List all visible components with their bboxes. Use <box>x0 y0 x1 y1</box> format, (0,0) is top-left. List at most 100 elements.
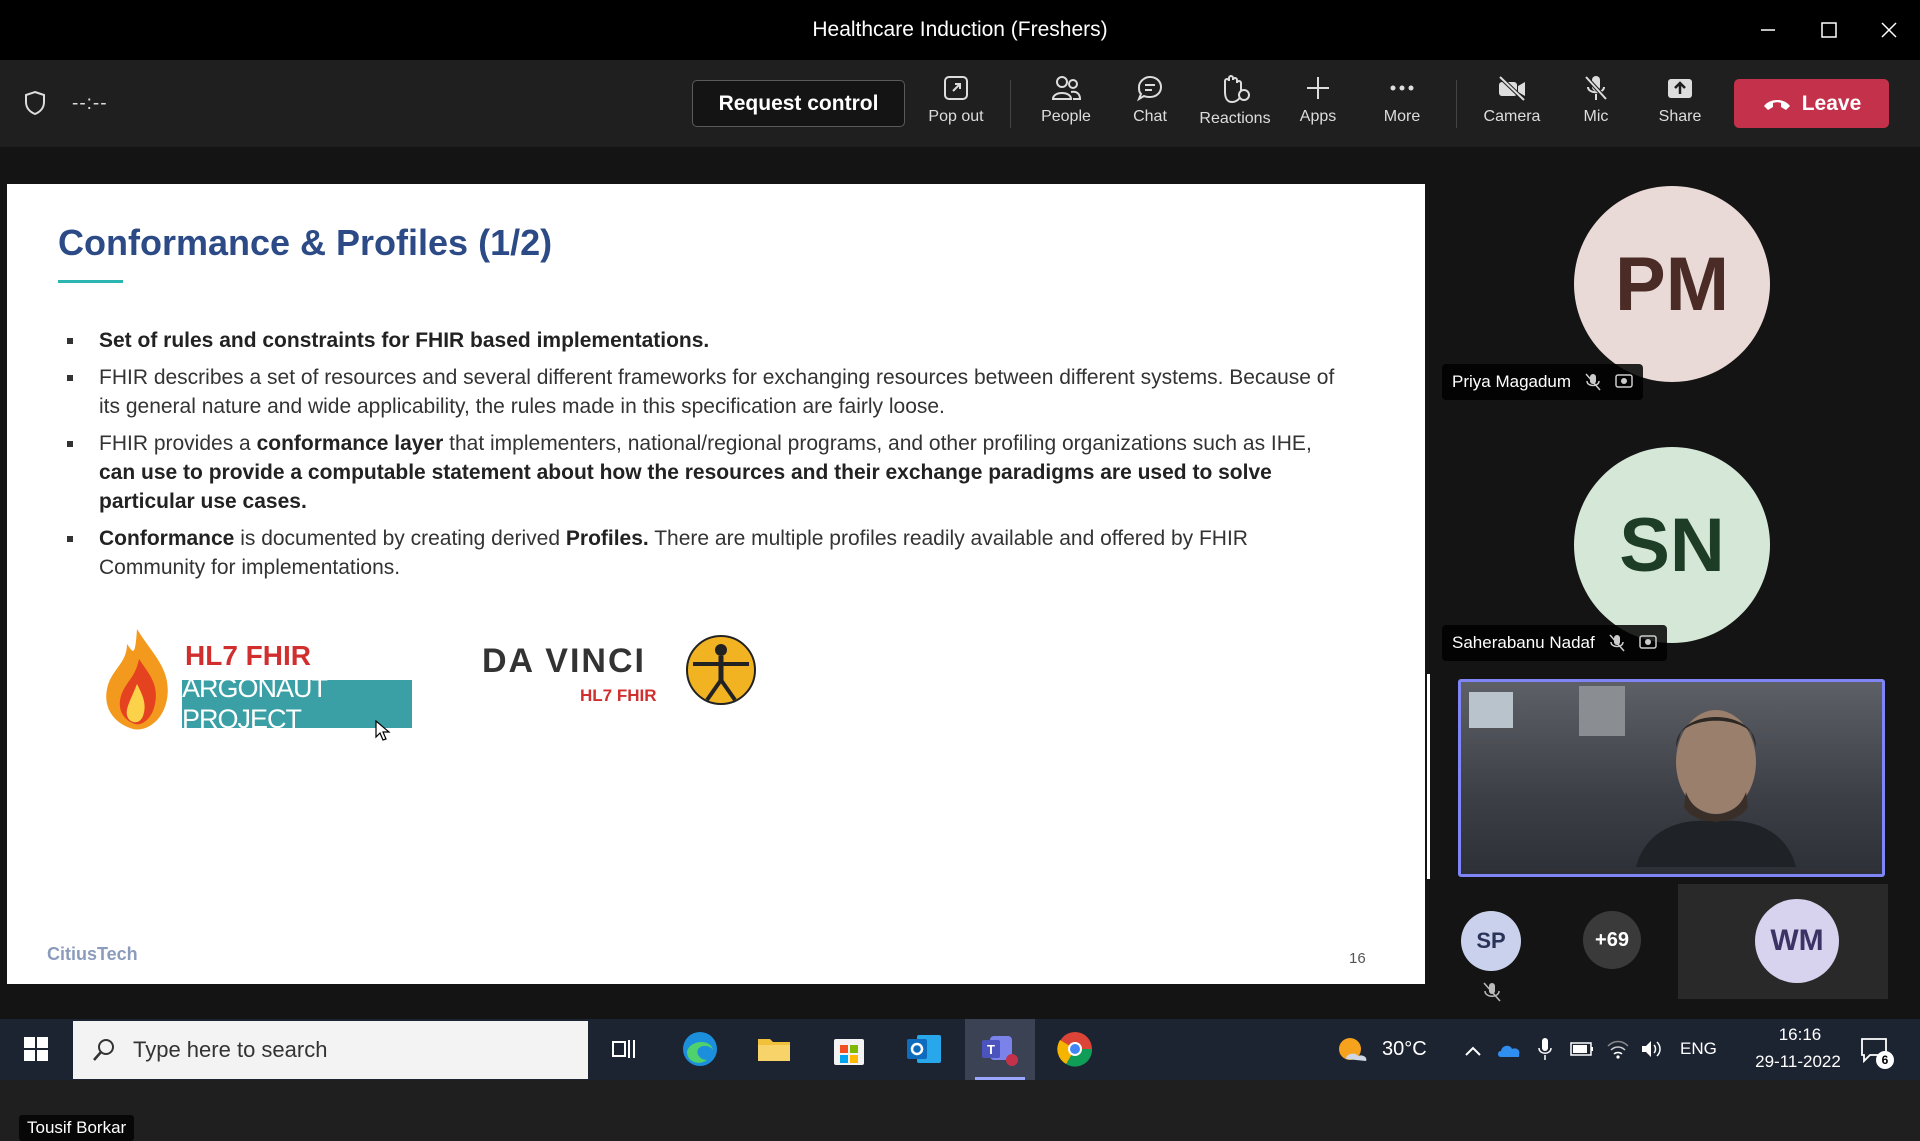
pop-out-icon <box>944 76 968 100</box>
brand-logo: CitiusTech <box>47 944 138 964</box>
bullet-item: FHIR describes a set of resources and se… <box>58 363 1348 421</box>
meeting-stage: Conformance & Profiles (1/2) Set of rule… <box>0 147 1920 1141</box>
people-icon <box>1051 76 1081 100</box>
microphone-icon[interactable] <box>1538 1037 1552 1061</box>
title-underline <box>58 280 123 283</box>
plus-icon <box>1307 77 1329 99</box>
language-indicator[interactable]: ENG <box>1680 1039 1717 1059</box>
weather-temp[interactable]: 30°C <box>1382 1038 1427 1061</box>
wifi-icon[interactable] <box>1606 1038 1630 1060</box>
avatar-initials: PM <box>1615 241 1729 327</box>
apps-button[interactable]: Apps <box>1296 74 1340 136</box>
mic-off-icon <box>1585 373 1601 391</box>
presenter-name: Tousif Borkar <box>19 1115 135 1141</box>
bullet-list: Set of rules and constraints for FHIR ba… <box>58 326 1348 590</box>
screen-share-icon <box>1638 635 1657 649</box>
participant-video[interactable] <box>1458 679 1885 877</box>
mic-off-icon <box>1483 982 1501 1002</box>
shared-slide[interactable]: Conformance & Profiles (1/2) Set of rule… <box>7 184 1425 984</box>
davinci-text: DA VINCI <box>482 642 646 680</box>
bullet-text: FHIR provides a <box>99 432 257 455</box>
hl7-fhir-text: HL7 FHIR <box>185 640 311 671</box>
participant-name-tag: Priya Magadum <box>1442 364 1644 400</box>
avatar-initials: SP <box>1476 928 1506 953</box>
slide-title: Conformance & Profiles (1/2) <box>58 222 553 263</box>
task-view-button[interactable] <box>602 1027 646 1071</box>
reactions-button[interactable]: Reactions <box>1196 74 1274 136</box>
mouse-cursor-icon <box>375 720 391 741</box>
weather-icon[interactable] <box>1336 1035 1370 1065</box>
file-explorer-app[interactable] <box>752 1027 796 1071</box>
bullet-text: FHIR describes a set of resources and se… <box>99 366 1335 418</box>
chat-button[interactable]: Chat <box>1126 74 1174 136</box>
onedrive-icon[interactable] <box>1496 1041 1522 1059</box>
notification-center[interactable]: 6 <box>1858 1031 1896 1069</box>
toolbar-divider <box>1456 80 1457 128</box>
taskbar-search[interactable]: Type here to search <box>73 1021 588 1079</box>
bullet-item: FHIR provides a conformance layer that i… <box>58 429 1348 516</box>
battery-icon[interactable] <box>1570 1041 1594 1057</box>
bullet-text: Conformance <box>99 527 235 550</box>
avatar-sn: SN <box>1574 447 1770 643</box>
pop-out-label: Pop out <box>928 108 984 125</box>
flame-icon <box>106 629 168 730</box>
bullet-item: Set of rules and constraints for FHIR ba… <box>58 326 1348 355</box>
shield-icon <box>25 90 45 116</box>
share-button[interactable]: Share <box>1656 74 1704 136</box>
people-button[interactable]: People <box>1036 74 1096 136</box>
minimize-icon <box>1761 29 1775 31</box>
share-icon <box>1668 79 1692 98</box>
request-control-button[interactable]: Request control <box>692 80 905 127</box>
participant-tile-wm: WM <box>1678 884 1888 999</box>
participant-name-tag: Saherabanu Nadaf <box>1442 625 1667 661</box>
participant-name: Priya Magadum <box>1452 372 1572 391</box>
hang-up-icon <box>1763 99 1790 110</box>
avatar-initials: SN <box>1619 502 1725 588</box>
folder-icon <box>758 1039 790 1061</box>
mic-off-icon <box>1584 75 1608 101</box>
camera-button[interactable]: Camera <box>1482 74 1542 136</box>
people-label: People <box>1041 108 1091 125</box>
participant-name: Saherabanu Nadaf <box>1452 633 1595 652</box>
clock-time[interactable]: 16:16 <box>1760 1025 1840 1045</box>
avatar-initials: WM <box>1770 924 1824 957</box>
mic-off-icon <box>1609 634 1625 652</box>
maximize-button[interactable] <box>1806 10 1852 50</box>
minimize-button[interactable] <box>1745 10 1791 50</box>
chrome-icon <box>1057 1032 1093 1067</box>
avatar-pm: PM <box>1574 186 1770 382</box>
bullet-text: Set of rules and constraints for FHIR ba… <box>99 329 710 352</box>
task-view-icon <box>612 1040 635 1058</box>
volume-icon[interactable] <box>1640 1039 1664 1059</box>
chat-icon <box>1136 75 1163 102</box>
store-app[interactable] <box>827 1027 871 1071</box>
bullet-text: is documented by creating derived <box>234 527 566 550</box>
teams-app-active[interactable]: T <box>965 1019 1035 1080</box>
outlook-app[interactable] <box>902 1027 946 1071</box>
outlook-icon <box>907 1035 941 1063</box>
bullet-text: Profiles. <box>565 527 649 550</box>
more-participants-badge[interactable]: +69 <box>1583 911 1641 969</box>
clock-date[interactable]: 29-11-2022 <box>1733 1052 1863 1072</box>
pop-out-button[interactable]: Pop out <box>926 74 986 136</box>
maximize-icon <box>1821 22 1837 38</box>
video-background-frame <box>1579 686 1625 736</box>
mic-button[interactable]: Mic <box>1574 74 1618 136</box>
close-button[interactable] <box>1866 10 1912 50</box>
share-label: Share <box>1658 108 1702 125</box>
edge-app[interactable] <box>678 1027 722 1071</box>
meeting-toolbar: --:-- Request control Pop out People Cha… <box>0 60 1920 147</box>
leave-label: Leave <box>1801 91 1862 115</box>
chrome-app[interactable] <box>1053 1027 1097 1071</box>
chevron-up-icon[interactable] <box>1464 1045 1482 1057</box>
apps-label: Apps <box>1299 108 1337 125</box>
leave-button[interactable]: Leave <box>1734 79 1889 128</box>
overflow-count: +69 <box>1595 928 1629 951</box>
bullet-item: Conformance is documented by creating de… <box>58 524 1348 582</box>
screen-share-icon <box>1615 374 1633 388</box>
reactions-icon <box>1224 75 1250 104</box>
more-button[interactable]: More <box>1380 74 1424 136</box>
avatar-sp: SP <box>1461 911 1521 971</box>
start-button[interactable] <box>14 1027 58 1071</box>
windows-logo-icon <box>24 1037 48 1061</box>
